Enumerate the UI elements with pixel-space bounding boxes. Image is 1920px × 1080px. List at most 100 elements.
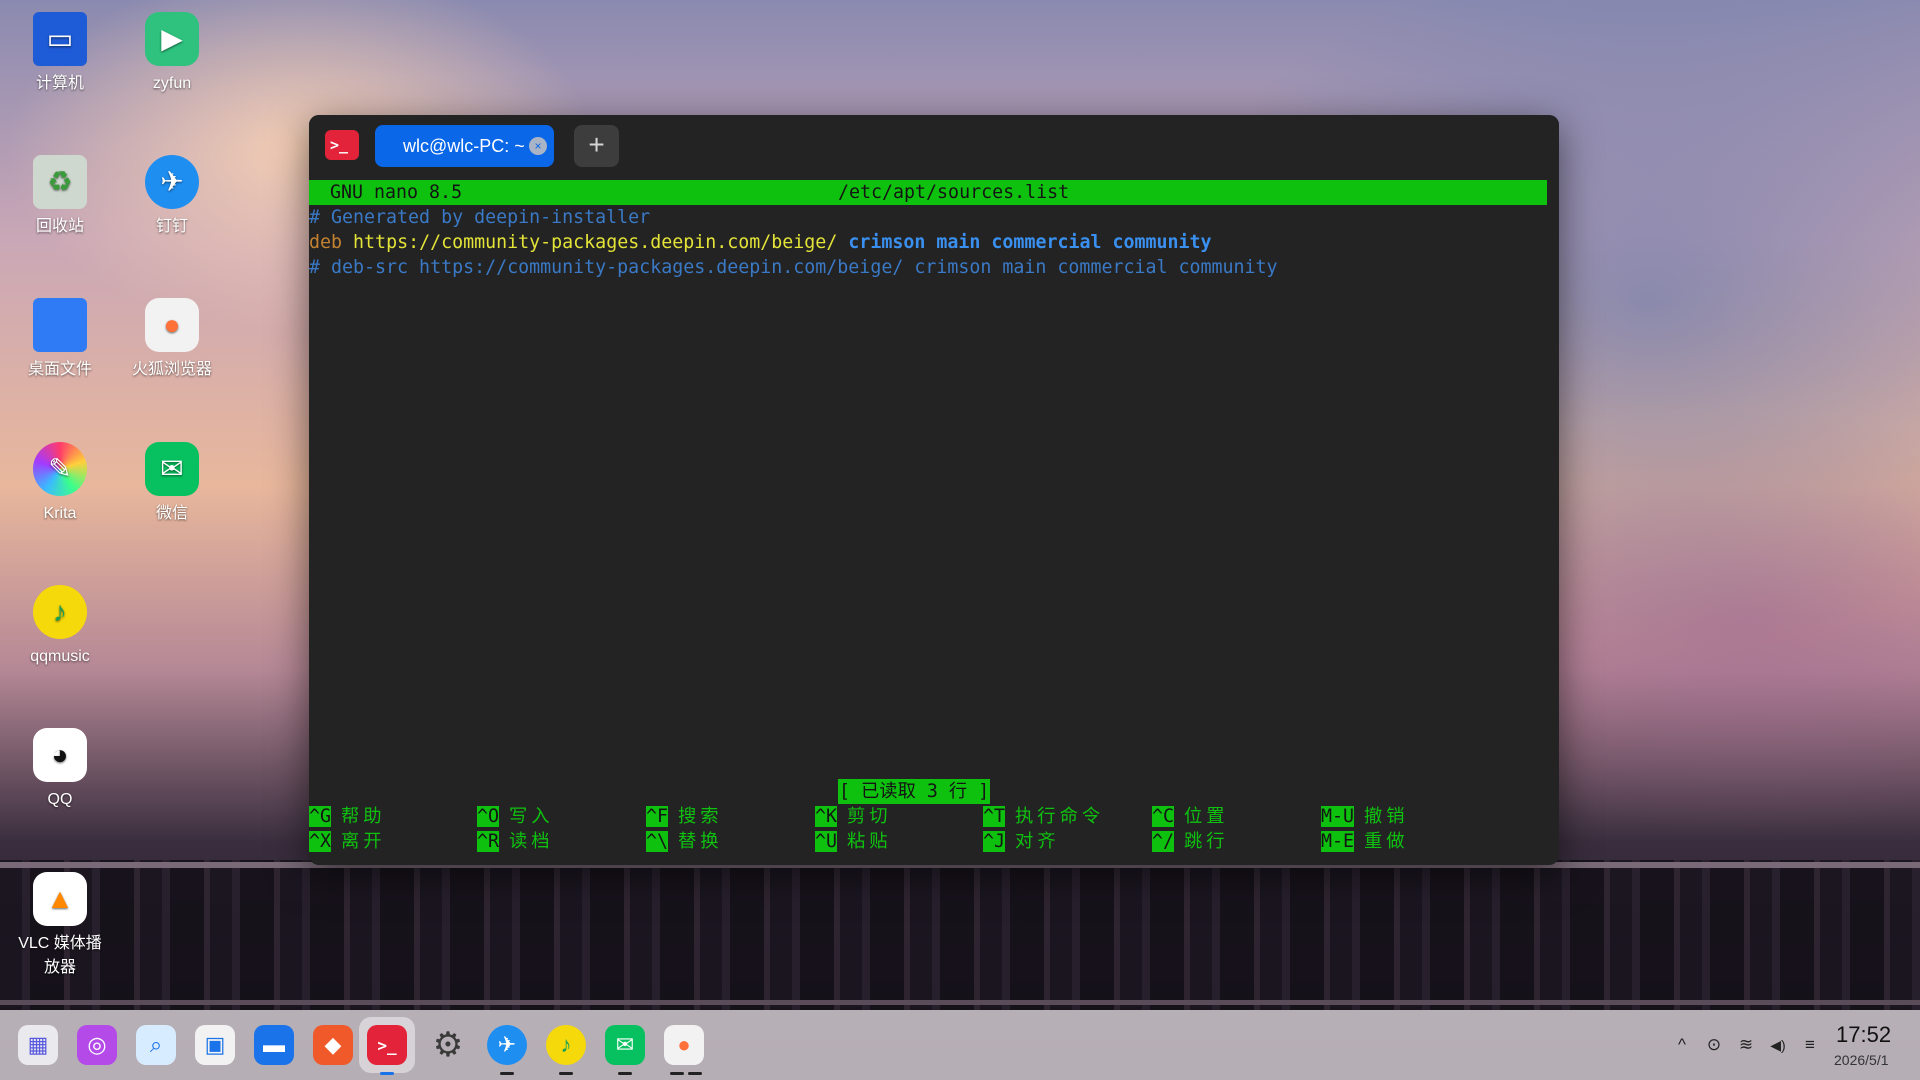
shortcut-desc: 剪切 — [847, 806, 892, 827]
krita-icon: ✎ — [33, 442, 87, 496]
firefox-icon[interactable]: ● — [664, 1025, 704, 1065]
app-store-icon[interactable]: ◆ — [313, 1025, 353, 1065]
desktop-icon-zyfun[interactable]: ▶ zyfun — [122, 12, 222, 96]
desktop-icon-label: 计算机 — [35, 75, 84, 92]
shortcut-desc: 重做 — [1364, 831, 1409, 852]
zyfun-icon: ▶ — [145, 12, 199, 66]
shortcut-desc: 离开 — [341, 831, 386, 852]
shortcut-desc: 帮助 — [341, 806, 386, 827]
repo-url: https://community-packages.deepin.com/be… — [353, 232, 838, 253]
shortcut-desc: 执行命令 — [1015, 806, 1105, 827]
clock-time[interactable]: 17:52 — [1836, 1022, 1891, 1048]
running-indicator-firefox-2 — [688, 1072, 702, 1075]
qqmusic-icon: ♪ — [33, 585, 87, 639]
wifi-icon[interactable]: ≋ — [1735, 1034, 1757, 1056]
control-center-icon[interactable]: ≡ — [1799, 1034, 1821, 1056]
desktop-icon-label: 微信 — [155, 505, 188, 522]
file-manager-icon[interactable]: ▬ — [254, 1025, 294, 1065]
volume-icon[interactable]: ◀) — [1767, 1034, 1789, 1056]
add-tab-button[interactable]: + — [574, 125, 619, 167]
desktop-icon-vlc[interactable]: ▲ VLC 媒体播放器 — [10, 872, 110, 980]
terminal-screen[interactable]: GNU nano 8.5 /etc/apt/sources.list # Gen… — [309, 177, 1559, 865]
shortcut-key: M-U — [1321, 806, 1355, 827]
shortcut-execute[interactable]: ^T 执行命令 — [983, 804, 1104, 829]
wechat-icon: ✉ — [145, 442, 199, 496]
folder-icon — [33, 298, 87, 352]
shortcut-redo[interactable]: M-E 重做 — [1321, 829, 1409, 854]
shortcut-replace[interactable]: ^\ 替换 — [646, 829, 723, 854]
shortcut-desc: 粘贴 — [847, 831, 892, 852]
shortcut-desc: 读档 — [509, 831, 554, 852]
terminal-app-icon: >_ — [325, 130, 359, 160]
qqmusic-icon[interactable]: ♪ — [546, 1025, 586, 1065]
file-line-1: # Generated by deepin-installer — [309, 207, 651, 228]
file-line-3: # deb-src https://community-packages.dee… — [309, 257, 1278, 278]
tab-close-icon[interactable]: × — [529, 137, 547, 155]
shortcut-desc: 写入 — [509, 806, 554, 827]
multitask-icon[interactable]: ▣ — [195, 1025, 235, 1065]
desktop-icon-label: QQ — [47, 791, 73, 808]
tray-expand-icon[interactable]: ^ — [1671, 1034, 1693, 1056]
deb-keyword: deb — [309, 232, 343, 253]
shortcut-help[interactable]: ^G 帮助 — [309, 804, 386, 829]
shortcut-desc: 位置 — [1184, 806, 1229, 827]
qq-icon: ◕ — [33, 728, 87, 782]
shortcut-key: ^G — [309, 806, 332, 827]
deepin-ai-icon[interactable]: ◎ — [77, 1025, 117, 1065]
terminal-titlebar[interactable]: >_ wlc@wlc-PC: ~ × + ☰ ─ ☐ ✕ — [309, 115, 1559, 177]
shortcut-location[interactable]: ^C 位置 — [1152, 804, 1229, 829]
taskbar: ▦ ◎ ⌕ ▣ ▬ ◆ >_ ⚙ ✈ ♪ ✉ ● ^ ⊙ ≋ ◀) ≡ 17:5… — [0, 1010, 1920, 1080]
desktop-icon-label: 钉钉 — [155, 218, 188, 235]
desktop-icon-label: 桌面文件 — [27, 361, 92, 378]
desktop-icon-label: VLC 媒体播放器 — [18, 935, 102, 976]
launcher-icon[interactable]: ▦ — [18, 1025, 58, 1065]
wallpaper-city — [0, 860, 1920, 1010]
shortcut-cut[interactable]: ^K 剪切 — [815, 804, 892, 829]
shortcut-paste[interactable]: ^U 粘贴 — [815, 829, 892, 854]
terminal-window[interactable]: >_ wlc@wlc-PC: ~ × + ☰ ─ ☐ ✕ GNU nano 8.… — [309, 115, 1559, 865]
wechat-icon[interactable]: ✉ — [605, 1025, 645, 1065]
repo-components: crimson main commercial community — [848, 232, 1212, 253]
nano-version: GNU nano 8.5 — [330, 182, 463, 203]
shortcut-read-file[interactable]: ^R 读档 — [477, 829, 554, 854]
desktop-icon-qqmusic[interactable]: ♪ qqmusic — [10, 585, 110, 669]
search-icon[interactable]: ⌕ — [136, 1025, 176, 1065]
dingtalk-icon[interactable]: ✈ — [487, 1025, 527, 1065]
wallpaper-railing-lower — [0, 1000, 1920, 1005]
desktop-icon-label: zyfun — [152, 75, 192, 92]
desktop-icon-dingtalk[interactable]: ✈ 钉钉 — [122, 155, 222, 239]
shortcut-search[interactable]: ^F 搜索 — [646, 804, 723, 829]
desktop-icon-label: 回收站 — [35, 218, 84, 235]
shortcut-go-to-line[interactable]: ^/ 跳行 — [1152, 829, 1229, 854]
desktop-icon-label: qqmusic — [30, 648, 90, 665]
desktop-icon-firefox[interactable]: ● 火狐浏览器 — [122, 298, 222, 382]
shortcut-undo[interactable]: M-U 撤销 — [1321, 804, 1409, 829]
shortcut-key: ^F — [646, 806, 669, 827]
shortcut-key: ^X — [309, 831, 332, 852]
dingtalk-icon: ✈ — [145, 155, 199, 209]
shortcut-desc: 跳行 — [1184, 831, 1229, 852]
shortcut-desc: 撤销 — [1364, 806, 1409, 827]
shortcut-write[interactable]: ^O 写入 — [477, 804, 554, 829]
desktop-icon-computer[interactable]: ▭ 计算机 — [10, 12, 110, 96]
shortcut-key: ^\ — [646, 831, 669, 852]
shortcut-exit[interactable]: ^X 离开 — [309, 829, 386, 854]
shortcut-justify[interactable]: ^J 对齐 — [983, 829, 1060, 854]
running-indicator-wechat — [618, 1072, 632, 1075]
desktop-icon-wechat[interactable]: ✉ 微信 — [122, 442, 222, 526]
nano-filename: /etc/apt/sources.list — [838, 182, 1070, 203]
shortcut-key: ^O — [477, 806, 500, 827]
desktop-icon-qq[interactable]: ◕ QQ — [10, 728, 110, 812]
settings-icon[interactable]: ⚙ — [428, 1025, 468, 1065]
tab-wlc[interactable]: wlc@wlc-PC: ~ × — [375, 125, 554, 167]
vpn-icon[interactable]: ⊙ — [1703, 1034, 1725, 1056]
clock-date[interactable]: 2026/5/1 — [1834, 1052, 1889, 1068]
desktop-icon-krita[interactable]: ✎ Krita — [10, 442, 110, 526]
shortcut-desc: 对齐 — [1015, 831, 1060, 852]
tab-title: wlc@wlc-PC: ~ — [403, 135, 525, 156]
terminal-icon[interactable]: >_ — [367, 1025, 407, 1065]
shortcut-key: ^/ — [1152, 831, 1175, 852]
desktop-icon-trash[interactable]: ♻ 回收站 — [10, 155, 110, 239]
shortcut-key: M-E — [1321, 831, 1355, 852]
desktop-icon-desktop-files[interactable]: 桌面文件 — [10, 298, 110, 382]
